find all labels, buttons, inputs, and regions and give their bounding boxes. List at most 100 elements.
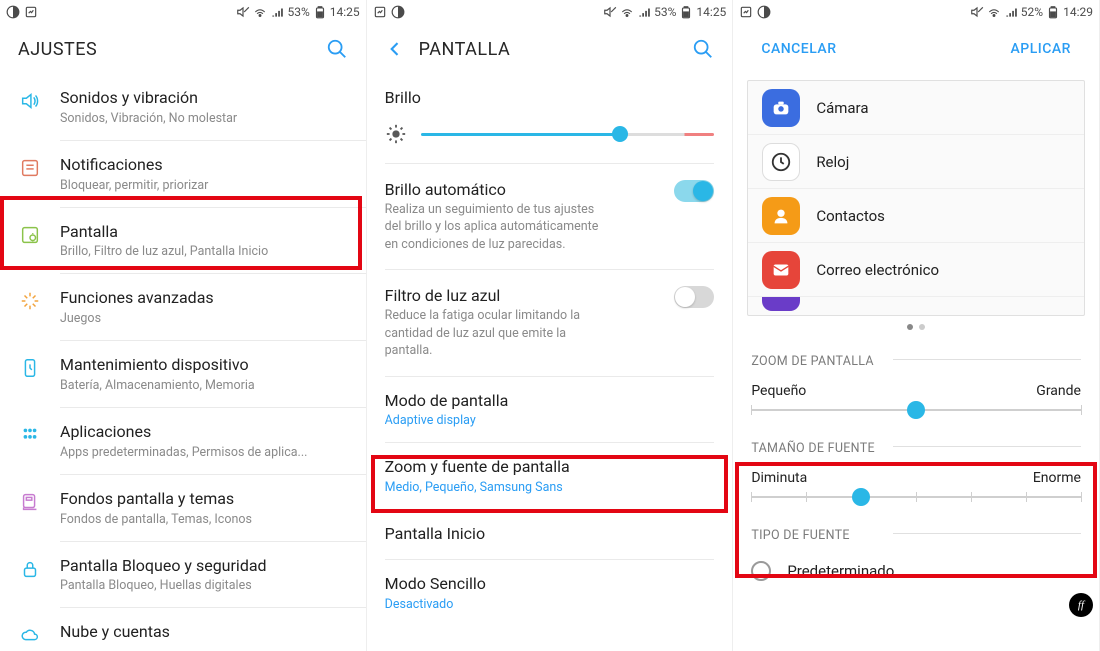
- wallpaper-icon: [19, 491, 41, 513]
- item-sub: Batería, Almacenamiento, Memoria: [60, 378, 348, 393]
- zoom-content: Cámara Reloj Contactos Correo electrónic…: [733, 74, 1099, 651]
- item-title: Modo Sencillo: [385, 574, 715, 595]
- sidebar-item-fondos[interactable]: Fondos pantalla y temas Fondos de pantal…: [0, 475, 366, 541]
- battery-icon: [1046, 5, 1060, 19]
- zoom-slider-row: Pequeño Grande: [733, 377, 1099, 427]
- toggle-filtro-azul[interactable]: [674, 286, 714, 308]
- font-max-label: Enorme: [1033, 470, 1081, 486]
- wifi-icon: [987, 5, 1001, 19]
- time: 14:29: [1063, 5, 1093, 19]
- radio-icon[interactable]: [751, 561, 771, 581]
- item-sub: Apps predeterminadas, Permisos de aplica…: [60, 445, 348, 460]
- search-icon[interactable]: [692, 38, 714, 60]
- radio-predeterminado[interactable]: Predeterminado: [733, 551, 1099, 591]
- item-title: Pantalla Bloqueo y seguridad: [60, 556, 348, 577]
- item-sub: Sonidos, Vibración, No molestar: [60, 111, 348, 126]
- sound-icon: [19, 90, 41, 112]
- sidebar-item-pantalla[interactable]: Pantalla Brillo, Filtro de luz azul, Pan…: [0, 208, 366, 274]
- brightness-slider[interactable]: [421, 133, 715, 136]
- zoom-slider[interactable]: [751, 409, 1081, 411]
- battery-icon: [679, 5, 693, 19]
- item-sub: Desactivado: [385, 597, 715, 612]
- dot: [907, 324, 913, 330]
- font-type-label: TIPO DE FUENTE: [733, 514, 1099, 551]
- item-title: Filtro de luz azul: [385, 286, 667, 307]
- sidebar-item-funciones[interactable]: Funciones avanzadas Juegos: [0, 274, 366, 340]
- app-label: Correo electrónico: [816, 261, 939, 279]
- page-title: PANTALLA: [419, 39, 511, 60]
- toggle-brillo-auto[interactable]: [674, 180, 714, 202]
- apps-icon: [19, 424, 41, 446]
- contacts-icon: [762, 197, 800, 235]
- search-icon[interactable]: [326, 38, 348, 60]
- item-sub: Fondos de pantalla, Temas, Iconos: [60, 512, 348, 527]
- item-sub: Adaptive display: [385, 413, 715, 428]
- row-modo-sencillo[interactable]: Modo Sencillo Desactivado: [367, 560, 733, 626]
- apply-button[interactable]: APLICAR: [1010, 41, 1070, 57]
- sidebar-item-aplicaciones[interactable]: Aplicaciones Apps predeterminadas, Permi…: [0, 408, 366, 474]
- cloud-icon: [19, 624, 41, 646]
- status-bar: 52% 14:29: [733, 0, 1099, 24]
- cancel-button[interactable]: CANCELAR: [761, 41, 836, 57]
- wifi-icon: [620, 5, 634, 19]
- slider-thumb[interactable]: [907, 401, 925, 419]
- app-label: Reloj: [816, 153, 849, 171]
- item-title: Nube y cuentas: [60, 622, 348, 643]
- row-filtro-azul[interactable]: Filtro de luz azul Reduce la fatiga ocul…: [367, 270, 733, 375]
- status-icon: [391, 5, 405, 19]
- battery-percent: 53%: [287, 5, 309, 19]
- display-icon: [19, 224, 41, 246]
- mute-icon: [970, 5, 984, 19]
- screen-zoom-fuente: 52% 14:29 CANCELAR APLICAR Cámara Reloj: [733, 0, 1100, 651]
- status-bar: 53% 14:25: [367, 0, 733, 24]
- status-icon: [6, 5, 20, 19]
- row-zoom-fuente[interactable]: Zoom y fuente de pantalla Medio, Pequeño…: [367, 443, 733, 509]
- item-sub: Medio, Pequeño, Samsung Sans: [385, 480, 715, 495]
- item-title: Fondos pantalla y temas: [60, 489, 348, 510]
- battery-icon: [313, 5, 327, 19]
- item-title: Aplicaciones: [60, 422, 348, 443]
- font-slider[interactable]: [751, 496, 1081, 498]
- item-desc: Reduce la fatiga ocular limitando la can…: [385, 307, 667, 360]
- sidebar-item-nube[interactable]: Nube y cuentas: [0, 608, 366, 651]
- device-care-icon: [19, 357, 41, 379]
- item-title: Mantenimiento dispositivo: [60, 355, 348, 376]
- time: 14:25: [696, 5, 726, 19]
- back-icon[interactable]: [385, 39, 405, 59]
- app-row-peek: [748, 297, 1084, 315]
- slider-thumb[interactable]: [612, 126, 628, 142]
- status-icon: [24, 5, 38, 19]
- slider-thumb[interactable]: [852, 488, 870, 506]
- mail-icon: [762, 251, 800, 289]
- item-sub: Bloquear, permitir, priorizar: [60, 178, 348, 193]
- item-title: Modo de pantalla: [385, 391, 715, 412]
- item-title: Pantalla Inicio: [385, 524, 715, 545]
- sidebar-item-sonidos[interactable]: Sonidos y vibración Sonidos, Vibración, …: [0, 74, 366, 140]
- zoom-section-label: ZOOM DE PANTALLA: [733, 340, 1099, 377]
- page-title: AJUSTES: [18, 39, 97, 60]
- row-modo-pantalla[interactable]: Modo de pantalla Adaptive display: [367, 377, 733, 443]
- camera-icon: [762, 89, 800, 127]
- app-row-contactos: Contactos: [748, 189, 1084, 243]
- pantalla-content: Brillo Brillo automático Realiza un segu…: [367, 74, 733, 651]
- brillo-label: Brillo: [367, 74, 733, 113]
- font-min-label: Diminuta: [751, 470, 807, 486]
- zoom-min-label: Pequeño: [751, 383, 806, 399]
- clock-icon: [762, 143, 800, 181]
- sidebar-item-mantenimiento[interactable]: Mantenimiento dispositivo Batería, Almac…: [0, 341, 366, 407]
- mute-icon: [236, 5, 250, 19]
- radio-label: Predeterminado: [787, 562, 894, 580]
- zoom-max-label: Grande: [1036, 383, 1081, 399]
- sidebar-item-seguridad[interactable]: Pantalla Bloqueo y seguridad Pantalla Bl…: [0, 542, 366, 608]
- row-pantalla-inicio[interactable]: Pantalla Inicio: [367, 510, 733, 559]
- advanced-icon: [19, 290, 41, 312]
- row-brillo-auto[interactable]: Brillo automático Realiza un seguimiento…: [367, 164, 733, 269]
- signal-icon: [637, 5, 651, 19]
- signal-icon: [270, 5, 284, 19]
- app-row-reloj: Reloj: [748, 135, 1084, 189]
- item-title: Notificaciones: [60, 155, 348, 176]
- item-title: Brillo automático: [385, 180, 667, 201]
- sidebar-item-notificaciones[interactable]: Notificaciones Bloquear, permitir, prior…: [0, 141, 366, 207]
- screen-ajustes: 53% 14:25 AJUSTES Sonidos y vibración So…: [0, 0, 367, 651]
- item-title: Funciones avanzadas: [60, 288, 348, 309]
